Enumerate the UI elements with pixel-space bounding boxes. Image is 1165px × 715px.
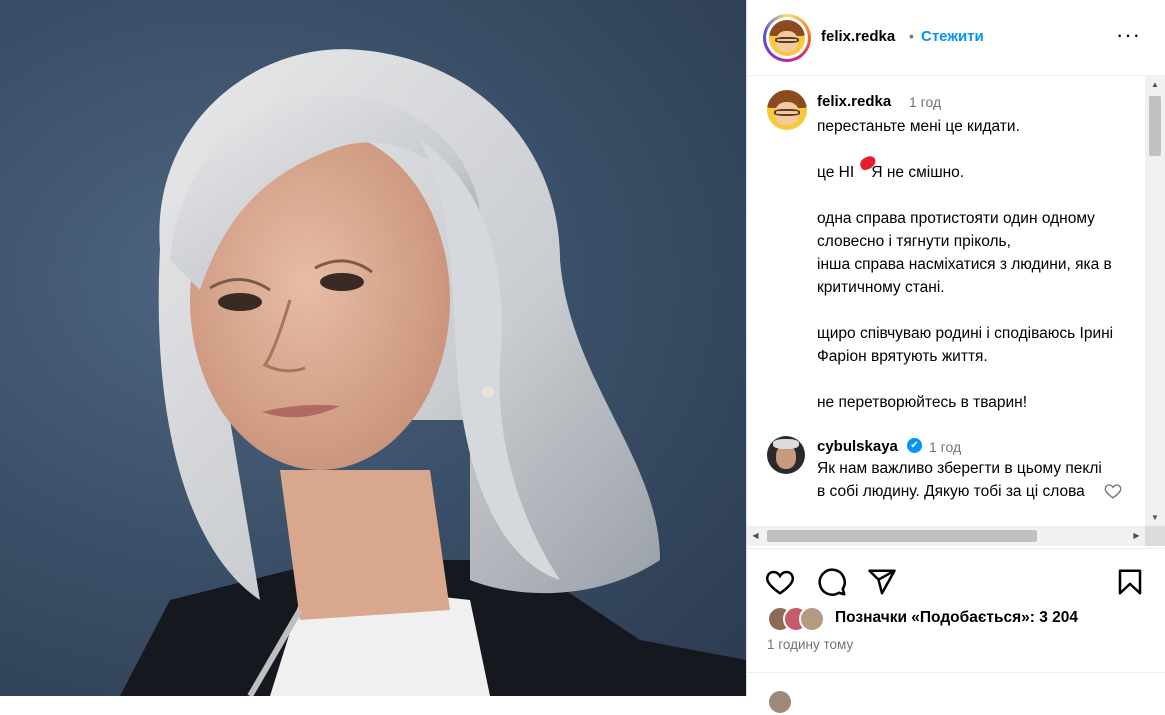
likes-count[interactable]: Позначки «Подобається»: 3 204 (835, 609, 1078, 627)
comment-time[interactable]: 1 год (929, 439, 961, 455)
scrollbar-corner (1145, 526, 1165, 546)
scroll-left-arrow-icon[interactable]: ◀ (747, 526, 764, 546)
comment-like-heart-icon[interactable] (1103, 482, 1123, 500)
verified-badge-icon: ✔ (907, 438, 922, 453)
horizontal-scroll-thumb[interactable] (767, 530, 1037, 542)
post-header: felix.redka • Стежити ··· (747, 0, 1165, 76)
current-user-avatar (767, 689, 793, 715)
post-photo (0, 0, 746, 696)
post-side-panel: felix.redka • Стежити ··· felix.redka 1 … (746, 0, 1165, 715)
caption-time[interactable]: 1 год (909, 94, 941, 110)
comment-text: Як нам важливо зберегти в цьому пеклі в … (817, 460, 1102, 500)
post-actions (747, 548, 1165, 599)
vertical-scroll-thumb[interactable] (1149, 96, 1161, 156)
scroll-right-arrow-icon[interactable]: ▶ (1128, 526, 1145, 546)
likes-summary[interactable]: Позначки «Подобається»: 3 204 (767, 606, 1157, 632)
liker-avatar (799, 606, 825, 632)
scroll-up-arrow-icon[interactable]: ▲ (1145, 76, 1165, 93)
author-avatar[interactable] (763, 14, 811, 62)
author-username[interactable]: felix.redka (821, 28, 895, 45)
follow-button[interactable]: Стежити (921, 28, 984, 45)
add-comment-area[interactable] (747, 672, 1165, 715)
bookmark-icon[interactable] (1115, 567, 1145, 597)
more-options-icon[interactable]: ··· (1116, 24, 1141, 46)
comment-username[interactable]: cybulskaya (817, 438, 898, 455)
send-icon[interactable] (867, 567, 897, 597)
scroll-down-arrow-icon[interactable]: ▼ (1145, 509, 1165, 526)
horizontal-scrollbar[interactable]: ◀ ▶ (747, 526, 1145, 546)
heart-icon[interactable] (765, 567, 795, 597)
separator-dot: • (909, 28, 914, 44)
post-timestamp[interactable]: 1 годину тому (767, 637, 853, 652)
comments-area[interactable]: felix.redka 1 год перестаньте мені це ки… (747, 76, 1145, 526)
portrait-illustration (120, 49, 746, 696)
comment-icon[interactable] (817, 567, 847, 597)
caption-author-avatar[interactable] (767, 90, 807, 130)
vertical-scrollbar[interactable]: ▲ ▼ (1145, 76, 1165, 526)
commenter-avatar[interactable] (767, 436, 805, 474)
caption-username[interactable]: felix.redka (817, 93, 891, 110)
